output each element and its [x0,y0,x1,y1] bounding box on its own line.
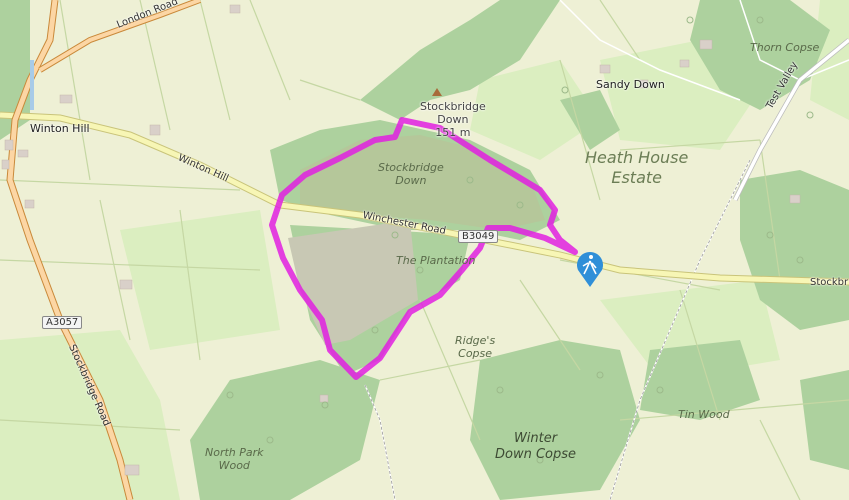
water-features [30,60,34,110]
place-sandy-down: Sandy Down [596,78,665,91]
area-thorn-copse: Thorn Copse [750,41,820,54]
area-ridges-copse: Ridge's Copse [455,334,496,360]
road-shield-b3049: B3049 [458,230,499,243]
area-tin-wood: Tin Wood [678,408,730,421]
area-winter-down-copse: Winter Down Copse [495,431,577,462]
area-the-plantation: The Plantation [396,254,476,267]
map-canvas[interactable] [0,0,849,500]
road-label-stockbr: Stockbr [810,277,849,288]
area-north-park-wood: North Park Wood [205,446,264,472]
map-view[interactable]: Winton Hill Sandy Down Stockbridge Down … [0,0,849,500]
area-heath-house-estate: Heath House Estate [585,148,689,187]
area-stockbridge-down: Stockbridge Down [378,161,444,187]
road-shield-a3057: A3057 [42,316,83,329]
peak-stockbridge-down: Stockbridge Down 151 m [420,100,486,139]
place-winton-hill: Winton Hill [30,122,90,135]
